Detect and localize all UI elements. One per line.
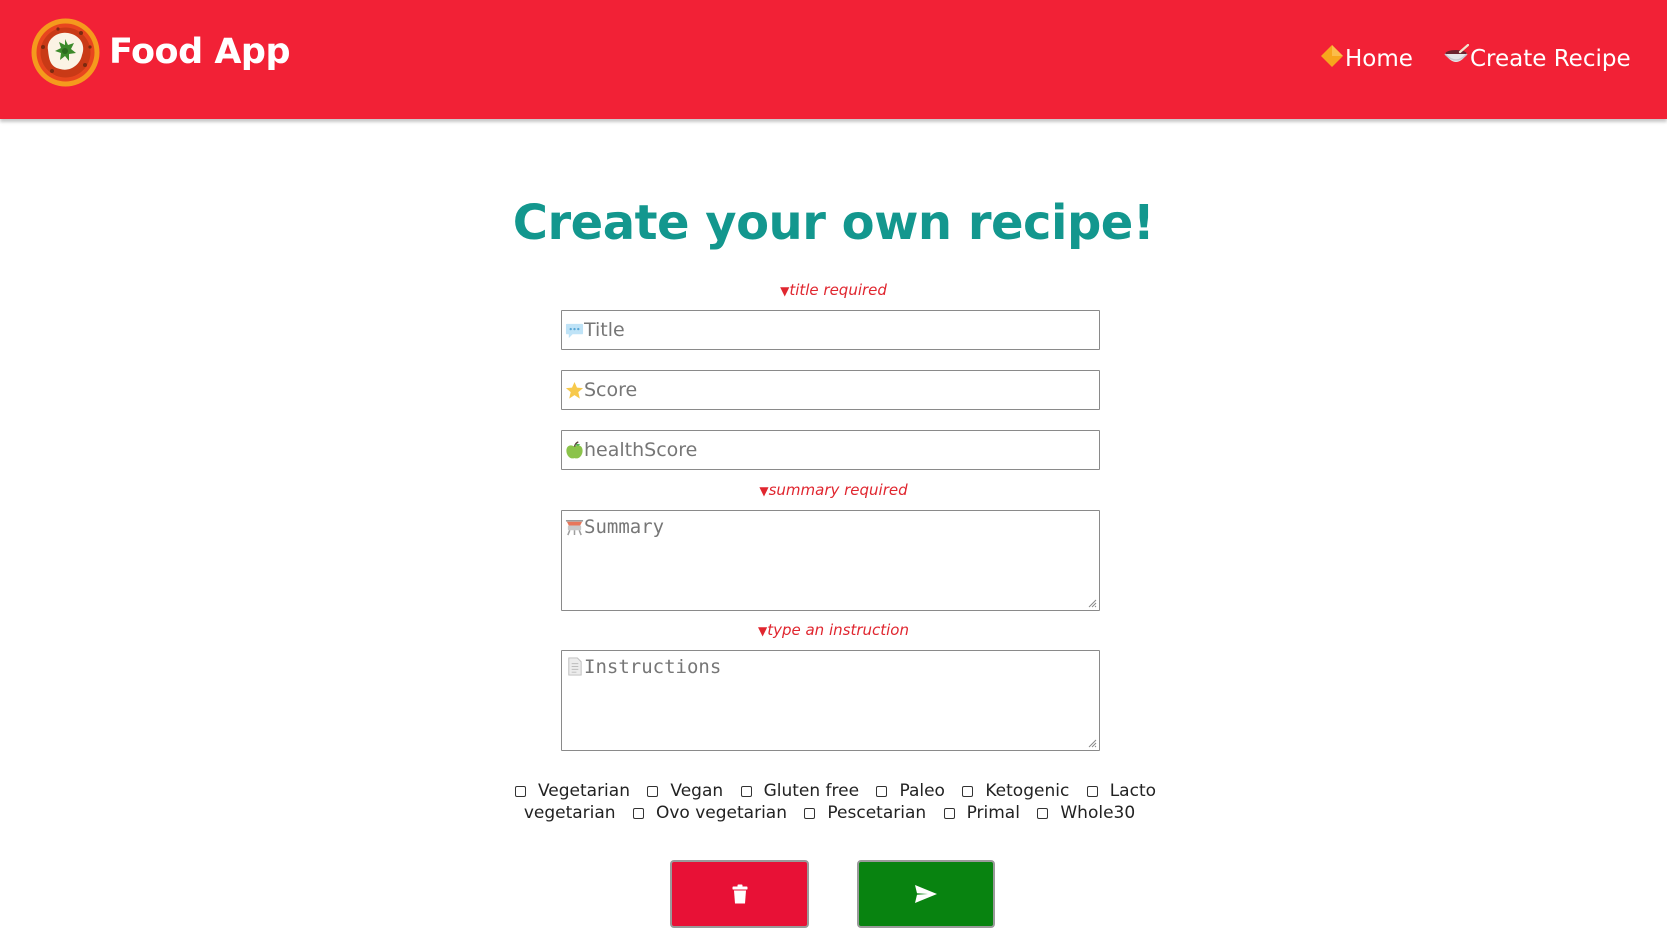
diet-label: Whole30 bbox=[1060, 803, 1136, 823]
health-score-field bbox=[561, 430, 1100, 470]
orange-diamond-icon bbox=[1321, 45, 1343, 67]
send-icon bbox=[915, 885, 937, 903]
title-error-text: title required bbox=[789, 281, 887, 299]
health-score-input[interactable] bbox=[584, 431, 1089, 469]
instructions-error: ▼type an instruction bbox=[0, 620, 1667, 641]
diet-option-gluten-free[interactable]: Gluten free bbox=[737, 781, 868, 801]
star-icon bbox=[565, 381, 584, 399]
title-field bbox=[561, 310, 1100, 350]
delete-button[interactable] bbox=[670, 860, 809, 928]
checkbox[interactable] bbox=[1086, 786, 1098, 797]
checkbox[interactable] bbox=[647, 786, 659, 797]
resize-handle-icon[interactable] bbox=[1087, 598, 1097, 608]
diet-label: Ketogenic bbox=[985, 781, 1070, 801]
checkbox[interactable] bbox=[514, 786, 526, 797]
submit-button[interactable] bbox=[857, 860, 995, 928]
checkbox[interactable] bbox=[943, 808, 955, 819]
summary-textarea[interactable] bbox=[584, 514, 1089, 604]
score-input[interactable] bbox=[584, 371, 1089, 409]
checkbox[interactable] bbox=[876, 786, 888, 797]
diet-label: Gluten free bbox=[763, 781, 860, 801]
diet-option-ketogenic[interactable]: Ketogenic bbox=[958, 781, 1077, 801]
nav-home-label: Home bbox=[1345, 46, 1413, 72]
diet-option-vegetarian[interactable]: Vegetarian bbox=[511, 781, 638, 801]
nav-home-link[interactable]: Home bbox=[1320, 44, 1413, 74]
top-navbar: Food App Home Create Recipe bbox=[0, 0, 1667, 119]
trash-icon bbox=[732, 884, 747, 904]
app-title[interactable]: Food App bbox=[109, 30, 291, 74]
diet-label: Pescetarian bbox=[827, 803, 927, 823]
pizza-logo-icon[interactable] bbox=[30, 17, 101, 88]
warning-triangle-icon: ▼ bbox=[759, 484, 769, 498]
checkbox[interactable] bbox=[962, 786, 974, 797]
title-error: ▼title required bbox=[0, 280, 1667, 301]
instructions-error-text: type an instruction bbox=[767, 621, 909, 639]
diet-option-ovo-vegetarian[interactable]: Ovo vegetarian bbox=[629, 803, 795, 823]
diet-label: Paleo bbox=[899, 781, 945, 801]
warning-triangle-icon: ▼ bbox=[780, 284, 790, 298]
diet-label: Vegetarian bbox=[537, 781, 630, 801]
page-title: Create your own recipe! bbox=[512, 195, 1155, 251]
checkbox[interactable] bbox=[740, 786, 752, 797]
diet-option-vegan[interactable]: Vegan bbox=[643, 781, 731, 801]
diet-option-primal[interactable]: Primal bbox=[940, 803, 1028, 823]
diet-checkbox-group: Vegetarian Vegan Gluten free Paleo Ketog… bbox=[500, 780, 1167, 824]
diet-label: Primal bbox=[966, 803, 1020, 823]
score-field bbox=[561, 370, 1100, 410]
summary-error-text: summary required bbox=[768, 481, 908, 499]
bowl-icon bbox=[1444, 43, 1470, 62]
green-apple-icon bbox=[566, 441, 583, 459]
diet-option-whole30[interactable]: Whole30 bbox=[1033, 803, 1143, 823]
resize-handle-icon[interactable] bbox=[1087, 738, 1097, 748]
checkbox[interactable] bbox=[1037, 808, 1049, 819]
summary-error: ▼summary required bbox=[0, 480, 1667, 501]
nav-create-recipe-link[interactable]: Create Recipe bbox=[1443, 43, 1631, 74]
title-input[interactable] bbox=[584, 311, 1089, 349]
checkbox[interactable] bbox=[804, 808, 816, 819]
checkbox[interactable] bbox=[632, 808, 644, 819]
instructions-field bbox=[561, 650, 1100, 751]
diet-option-pescetarian[interactable]: Pescetarian bbox=[800, 803, 934, 823]
speech-bubble-icon bbox=[565, 323, 584, 339]
warning-triangle-icon: ▼ bbox=[757, 624, 768, 638]
instructions-textarea[interactable] bbox=[584, 654, 1089, 744]
diet-label: Vegan bbox=[670, 781, 724, 801]
page-icon bbox=[568, 657, 582, 676]
summary-field bbox=[561, 510, 1100, 611]
diet-option-paleo[interactable]: Paleo bbox=[872, 781, 953, 801]
pot-icon bbox=[565, 520, 584, 536]
diet-label: Ovo vegetarian bbox=[655, 803, 787, 823]
nav-create-recipe-label: Create Recipe bbox=[1470, 46, 1631, 72]
